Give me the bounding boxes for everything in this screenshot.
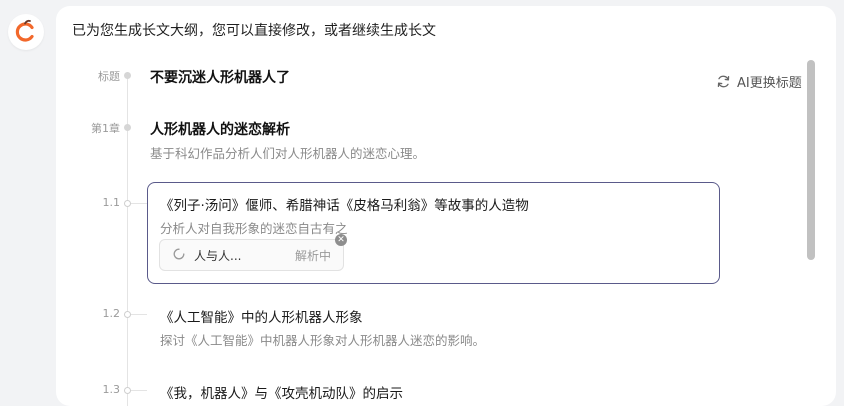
attachment-chip[interactable]: 人与人... 解析中 ✕ — [159, 234, 347, 271]
timeline-node — [124, 200, 131, 207]
close-icon[interactable]: ✕ — [335, 234, 347, 246]
timeline-connector — [131, 390, 147, 391]
scrollbar-thumb[interactable] — [807, 60, 815, 260]
chapter-label: 第1章 — [91, 122, 120, 135]
outline-card: 已为您生成长文大纲，您可以直接修改，或者继续生成长文 AI更换标题 标题 不要沉… — [56, 6, 836, 406]
loading-spinner-icon — [173, 248, 185, 260]
ai-change-title-button[interactable]: AI更换标题 — [716, 72, 802, 91]
timeline-connector — [131, 203, 147, 204]
chapter-description[interactable]: 基于科幻作品分析人们对人形机器人的迷恋心理。 — [150, 143, 425, 162]
section-title[interactable]: 《我，机器人》与《攻壳机动队》的启示 — [160, 382, 403, 402]
section-label: 1.1 — [102, 196, 121, 209]
section-description[interactable]: 分析人对自我形象的迷恋自古有之 — [160, 218, 348, 237]
timeline-dot — [124, 124, 131, 131]
section-label: 1.2 — [102, 307, 121, 320]
outline-title-label: 标题 — [98, 70, 120, 83]
section-title[interactable]: 《列子·汤问》偃师、希腊神话《皮格马利翁》等故事的人造物 — [160, 194, 529, 214]
timeline-node — [124, 387, 131, 394]
intro-message: 已为您生成长文大纲，您可以直接修改，或者继续生成长文 — [72, 23, 436, 39]
refresh-icon — [717, 75, 730, 88]
section-title[interactable]: 《人工智能》中的人形机器人形象 — [160, 306, 363, 326]
timeline-dot — [124, 72, 131, 79]
chapter-title[interactable]: 人形机器人的迷恋解析 — [150, 119, 290, 139]
app-logo-icon — [15, 19, 34, 42]
section-description[interactable]: 探讨《人工智能》中机器人形象对人形机器人迷恋的影响。 — [160, 330, 485, 349]
section-editor-active[interactable]: 《列子·汤问》偃师、希腊神话《皮格马利翁》等故事的人造物 分析人对自我形象的迷恋… — [147, 182, 720, 284]
outline-title[interactable]: 不要沉迷人形机器人了 — [150, 67, 290, 87]
section-label: 1.3 — [102, 383, 121, 396]
attachment-status: 解析中 — [294, 249, 331, 263]
timeline-line — [127, 72, 128, 406]
ai-change-title-label: AI更换标题 — [737, 76, 802, 91]
assistant-avatar — [8, 14, 44, 50]
attachment-name: 人与人... — [194, 249, 242, 263]
timeline-node — [124, 311, 131, 318]
timeline-connector — [131, 314, 147, 315]
